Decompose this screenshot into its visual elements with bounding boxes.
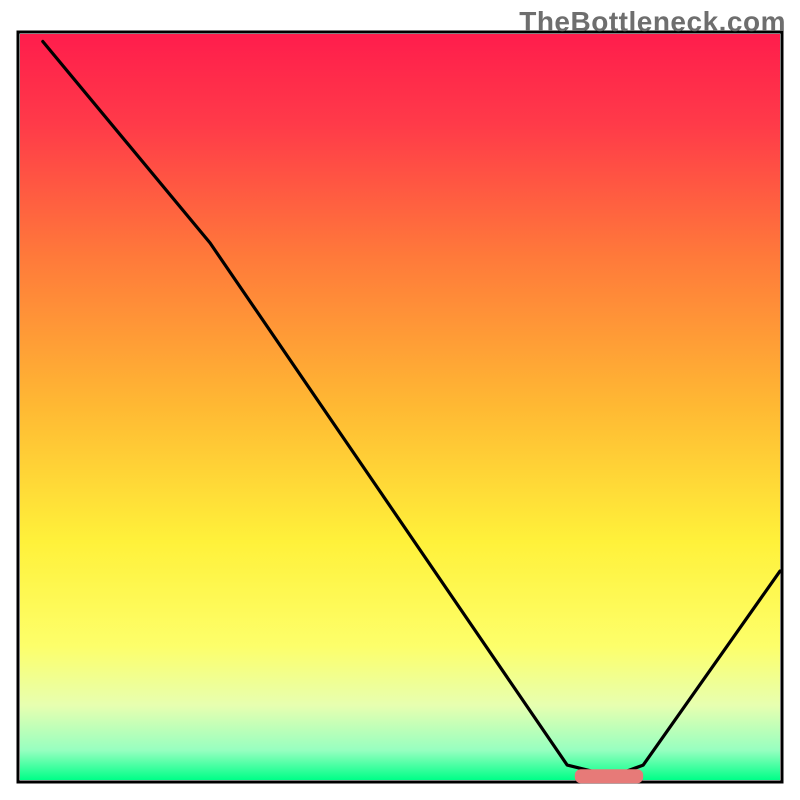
watermark-text: TheBottleneck.com [519,6,786,38]
plot-area [20,34,780,780]
bottleneck-chart: TheBottleneck.com [0,0,800,800]
chart-svg [0,0,800,800]
optimal-marker [575,769,643,783]
